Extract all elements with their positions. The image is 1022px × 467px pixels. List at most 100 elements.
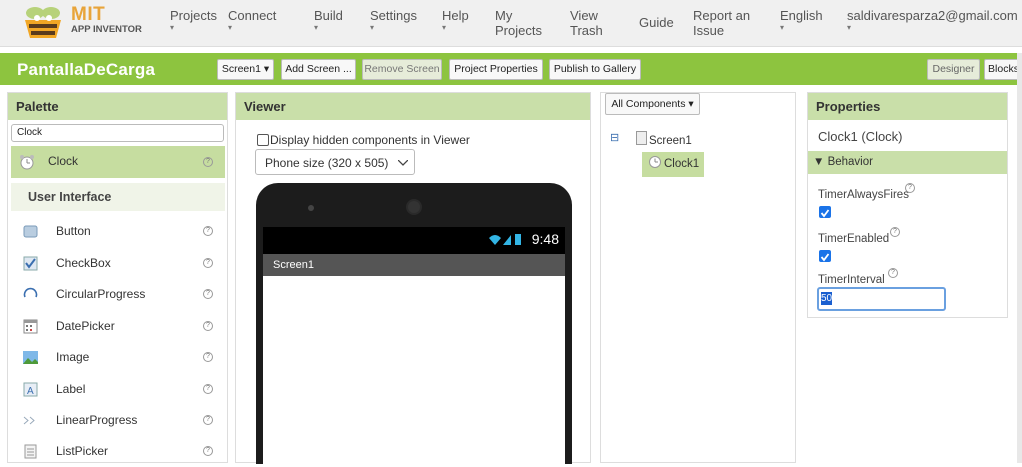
- help-icon[interactable]: ?: [905, 183, 915, 193]
- app-inventor-logo[interactable]: MIT APP INVENTOR: [18, 4, 168, 42]
- screen-canvas[interactable]: [263, 276, 565, 464]
- nav-report-line2: Issue: [693, 23, 725, 38]
- status-bar-time: 9:48: [531, 231, 559, 247]
- phone-size-value: Phone size (320 x 505): [265, 156, 389, 170]
- nav-view-trash-line1: View: [570, 8, 598, 23]
- nav-language-menu[interactable]: English ▾: [780, 8, 823, 33]
- chevron-down-icon: ▾: [170, 23, 175, 32]
- nav-my-projects-line1: My: [495, 8, 513, 23]
- properties-panel: Properties Clock1 (Clock) ▼ Behavior Tim…: [807, 92, 1008, 318]
- nav-report-line1: Report an: [693, 8, 751, 23]
- display-hidden-checkbox[interactable]: [257, 134, 269, 146]
- palette-item-circular-progress[interactable]: CircularProgress ?: [12, 279, 225, 310]
- palette-item-image[interactable]: Image ?: [12, 342, 225, 373]
- timer-interval-input[interactable]: 50: [817, 287, 946, 311]
- nav-settings-menu[interactable]: Settings ▾: [370, 8, 417, 33]
- timer-interval-label: TimerInterval: [818, 274, 885, 286]
- palette-item-label: Button: [56, 224, 91, 238]
- help-icon[interactable]: ?: [888, 268, 898, 278]
- timer-enabled-checkbox[interactable]: [819, 250, 831, 262]
- chevron-down-icon: ▾: [370, 23, 375, 32]
- selected-component-name: Clock1 (Clock): [818, 129, 903, 144]
- chevron-down-icon: ▾: [314, 23, 319, 32]
- nav-build-menu[interactable]: Build ▾: [314, 8, 343, 33]
- nav-account-menu[interactable]: saldivaresparza2@gmail.com ▾: [847, 8, 1018, 33]
- check-icon: [820, 209, 830, 218]
- phone-sensor-icon: [308, 205, 314, 211]
- nav-my-projects-line2: Projects: [495, 23, 542, 38]
- timer-always-fires-label: TimerAlwaysFires: [818, 189, 909, 201]
- screen-icon: [636, 131, 647, 145]
- nav-report-issue-link[interactable]: Report an Issue: [693, 8, 750, 38]
- palette-item-label: CheckBox: [56, 256, 111, 270]
- phone-mockup: 9:48 Screen1: [256, 183, 572, 464]
- palette-item-button[interactable]: Button ?: [12, 216, 225, 247]
- logo-app-inventor-text: APP INVENTOR: [71, 24, 142, 35]
- help-icon[interactable]: ?: [203, 415, 213, 425]
- timer-interval-value: 50: [821, 292, 833, 305]
- remove-screen-button[interactable]: Remove Screen: [362, 59, 442, 80]
- palette-item-datepicker[interactable]: DatePicker ?: [12, 311, 225, 342]
- palette-item-label: LinearProgress: [56, 413, 138, 427]
- nav-my-projects-link[interactable]: My Projects: [495, 8, 542, 38]
- help-icon[interactable]: ?: [203, 446, 213, 456]
- clock-icon: [649, 156, 661, 168]
- publish-gallery-button[interactable]: Publish to Gallery: [549, 59, 641, 80]
- help-icon[interactable]: ?: [890, 227, 900, 237]
- help-icon[interactable]: ?: [203, 258, 213, 268]
- palette-item-label[interactable]: A Label ?: [12, 374, 225, 405]
- help-icon[interactable]: ?: [203, 226, 213, 236]
- help-icon[interactable]: ?: [203, 384, 213, 394]
- palette-item-label: Image: [56, 350, 90, 364]
- nav-help-menu[interactable]: Help ▾: [442, 8, 469, 33]
- checkbox-icon: [23, 256, 38, 271]
- palette-item-listpicker[interactable]: ListPicker ?: [12, 436, 225, 467]
- phone-size-select[interactable]: Phone size (320 x 505): [255, 149, 415, 175]
- timer-enabled-label: TimerEnabled: [818, 233, 890, 245]
- nav-account-label: saldivaresparza2@gmail.com: [847, 8, 1018, 23]
- tree-node-screen1[interactable]: Screen1: [649, 135, 692, 147]
- nav-view-trash-link[interactable]: View Trash: [570, 8, 603, 38]
- nav-view-trash-line2: Trash: [570, 23, 603, 38]
- project-properties-button[interactable]: Project Properties: [449, 59, 543, 80]
- help-icon[interactable]: ?: [203, 321, 213, 331]
- screen-select-button[interactable]: Screen1 ▾: [217, 59, 274, 80]
- help-icon[interactable]: ?: [203, 157, 213, 167]
- components-panel: All Components ▾ ⊟ Screen1 Clock1: [600, 92, 796, 463]
- designer-button[interactable]: Designer: [927, 59, 980, 80]
- nav-projects-label: Projects: [170, 8, 217, 23]
- button-icon: [23, 225, 38, 238]
- top-navigation-bar: MIT APP INVENTOR Projects ▾ Connect ▾ Buil…: [0, 0, 1022, 47]
- display-hidden-label: Display hidden components in Viewer: [270, 133, 470, 147]
- palette-result-clock[interactable]: Clock ?: [11, 146, 225, 178]
- timer-always-fires-checkbox[interactable]: [819, 206, 831, 218]
- help-icon[interactable]: ?: [203, 289, 213, 299]
- signal-wifi-battery-icon: [489, 234, 521, 245]
- image-icon: [23, 351, 38, 364]
- tree-node-clock1-label: Clock1: [664, 158, 700, 170]
- palette-search-input[interactable]: Clock: [11, 124, 224, 142]
- palette-category-user-interface[interactable]: User Interface: [11, 183, 225, 211]
- nav-connect-menu[interactable]: Connect ▾: [228, 8, 276, 33]
- add-screen-button[interactable]: Add Screen ...: [281, 59, 356, 80]
- help-icon[interactable]: ?: [203, 352, 213, 362]
- page-scrollbar[interactable]: [1017, 53, 1022, 463]
- properties-title: Properties: [808, 93, 1007, 120]
- linear-progress-icon: [23, 416, 35, 425]
- palette-item-linear-progress[interactable]: LinearProgress ?: [12, 405, 225, 436]
- svg-text:A: A: [27, 386, 34, 397]
- components-filter-select[interactable]: All Components ▾: [605, 93, 700, 115]
- nav-connect-label: Connect: [228, 8, 277, 23]
- palette-item-label: CircularProgress: [56, 287, 146, 301]
- nav-language-label: English: [780, 8, 823, 23]
- tree-node-clock1[interactable]: Clock1: [642, 152, 704, 177]
- project-name: PantallaDeCarga: [17, 60, 156, 79]
- behavior-section-header[interactable]: ▼ Behavior: [808, 151, 1007, 174]
- nav-guide-link[interactable]: Guide: [639, 15, 674, 30]
- chevron-down-icon: ▾: [442, 23, 447, 32]
- nav-settings-label: Settings: [370, 8, 417, 23]
- palette-item-checkbox[interactable]: CheckBox ?: [12, 248, 225, 279]
- datepicker-icon: [23, 319, 38, 334]
- collapse-tree-icon[interactable]: ⊟: [610, 131, 619, 144]
- nav-projects-menu[interactable]: Projects ▾: [170, 8, 217, 33]
